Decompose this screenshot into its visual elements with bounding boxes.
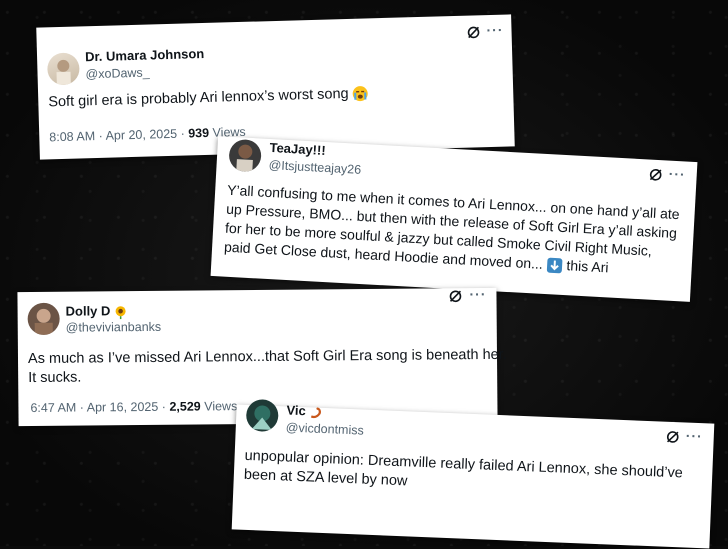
tweet-text: As much as I’ve missed Ari Lennox...that… — [27, 346, 507, 388]
timestamp[interactable]: 8:08 AM · Apr 20, 2025 · — [49, 126, 188, 145]
views-count: 939 — [188, 125, 210, 141]
display-name[interactable]: Dr. Umara Johnson — [85, 46, 205, 64]
tweet-text: Y’all confusing to me when it comes to A… — [224, 181, 689, 282]
tweet-timestamp-views: 8:08 AM · Apr 20, 2025 · 939 Views — [49, 125, 246, 144]
avatar[interactable] — [46, 52, 80, 86]
username-handle[interactable]: @vicdontmiss — [286, 420, 364, 437]
tweet-card-1[interactable]: Dr. Umara Johnson @xoDaws_ ··· Soft girl… — [36, 14, 515, 160]
more-options-icon[interactable]: ··· — [469, 286, 486, 302]
views-label: Views — [200, 399, 238, 414]
display-name[interactable]: TeaJay!!! — [269, 140, 326, 158]
scorpion-emoji — [310, 407, 321, 418]
avatar[interactable] — [245, 398, 279, 433]
avatar[interactable] — [228, 138, 262, 173]
more-options-icon[interactable]: ··· — [685, 428, 703, 445]
username-handle[interactable]: @thevivianbanks — [66, 320, 162, 335]
grok-icon[interactable] — [648, 167, 663, 182]
username-handle[interactable]: @xoDaws_ — [85, 66, 149, 82]
display-name[interactable]: Dolly D — [66, 303, 129, 319]
username-handle[interactable]: @Itsjustteajay26 — [268, 158, 361, 177]
tweet-card-4[interactable]: Vic @vicdontmiss ··· unpopular opinion: … — [231, 398, 715, 549]
grok-icon[interactable] — [466, 25, 480, 39]
more-options-icon[interactable]: ··· — [668, 166, 686, 183]
views-count: 2,529 — [169, 399, 201, 414]
grok-icon[interactable] — [665, 430, 680, 445]
down-arrow-emoji — [546, 258, 563, 274]
loudly-crying-face-emoji — [353, 86, 369, 102]
tweet-text: Soft girl era is probably Ari lennox’s w… — [48, 81, 498, 113]
tweet-text: unpopular opinion: Dreamville really fai… — [243, 447, 706, 504]
tweet-line: As much as I’ve missed Ari Lennox...that… — [27, 346, 507, 368]
sunflower-emoji — [116, 305, 127, 319]
tweet-timestamp-views: 6:47 AM · Apr 16, 2025 · 2,529 Views — [30, 399, 237, 415]
tweet-card-2[interactable]: TeaJay!!! @Itsjustteajay26 ··· Y’all con… — [210, 136, 698, 302]
more-options-icon[interactable]: ··· — [486, 22, 503, 38]
avatar[interactable] — [27, 302, 60, 336]
display-name[interactable]: Vic — [286, 402, 324, 419]
grok-icon[interactable] — [448, 289, 462, 303]
timestamp[interactable]: 6:47 AM · Apr 16, 2025 · — [30, 400, 169, 415]
